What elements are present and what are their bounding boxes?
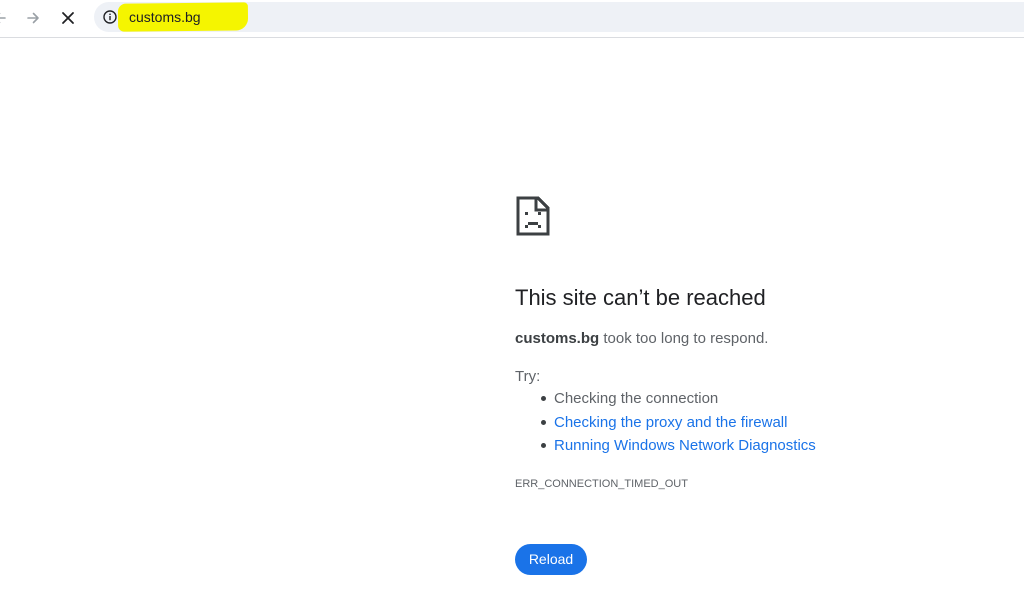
error-heading: This site can’t be reached [515,285,766,310]
browser-toolbar: customs.bg [0,0,1024,38]
arrow-left-icon [0,12,6,24]
info-icon [103,10,117,24]
suggestion-item[interactable]: Running Windows Network Diagnostics [515,437,816,461]
suggestion-proxy-firewall-link[interactable]: Checking the proxy and the firewall [554,414,787,431]
suggestion-list: Checking the connection Checking the pro… [515,390,816,461]
try-label: Try: [515,368,541,385]
close-icon [62,12,74,24]
sad-page-icon [516,196,550,236]
error-host: customs.bg [515,330,600,347]
back-button[interactable] [0,4,14,32]
address-bar[interactable]: customs.bg [94,2,1024,32]
error-message: took too long to respond. [599,330,769,347]
url-text[interactable]: customs.bg [129,9,201,25]
error-summary: customs.bg took too long to respond. [515,330,768,348]
site-info-button[interactable] [100,7,120,27]
suggestion-item: Checking the connection [515,390,816,414]
suggestion-check-connection: Checking the connection [554,390,719,407]
error-code: ERR_CONNECTION_TIMED_OUT [515,478,688,490]
suggestion-item[interactable]: Checking the proxy and the firewall [515,414,816,438]
forward-button[interactable] [19,4,47,32]
arrow-right-icon [27,12,39,24]
suggestion-network-diagnostics-link[interactable]: Running Windows Network Diagnostics [554,437,816,454]
reload-button[interactable]: Reload [515,544,587,575]
stop-loading-button[interactable] [54,4,82,32]
